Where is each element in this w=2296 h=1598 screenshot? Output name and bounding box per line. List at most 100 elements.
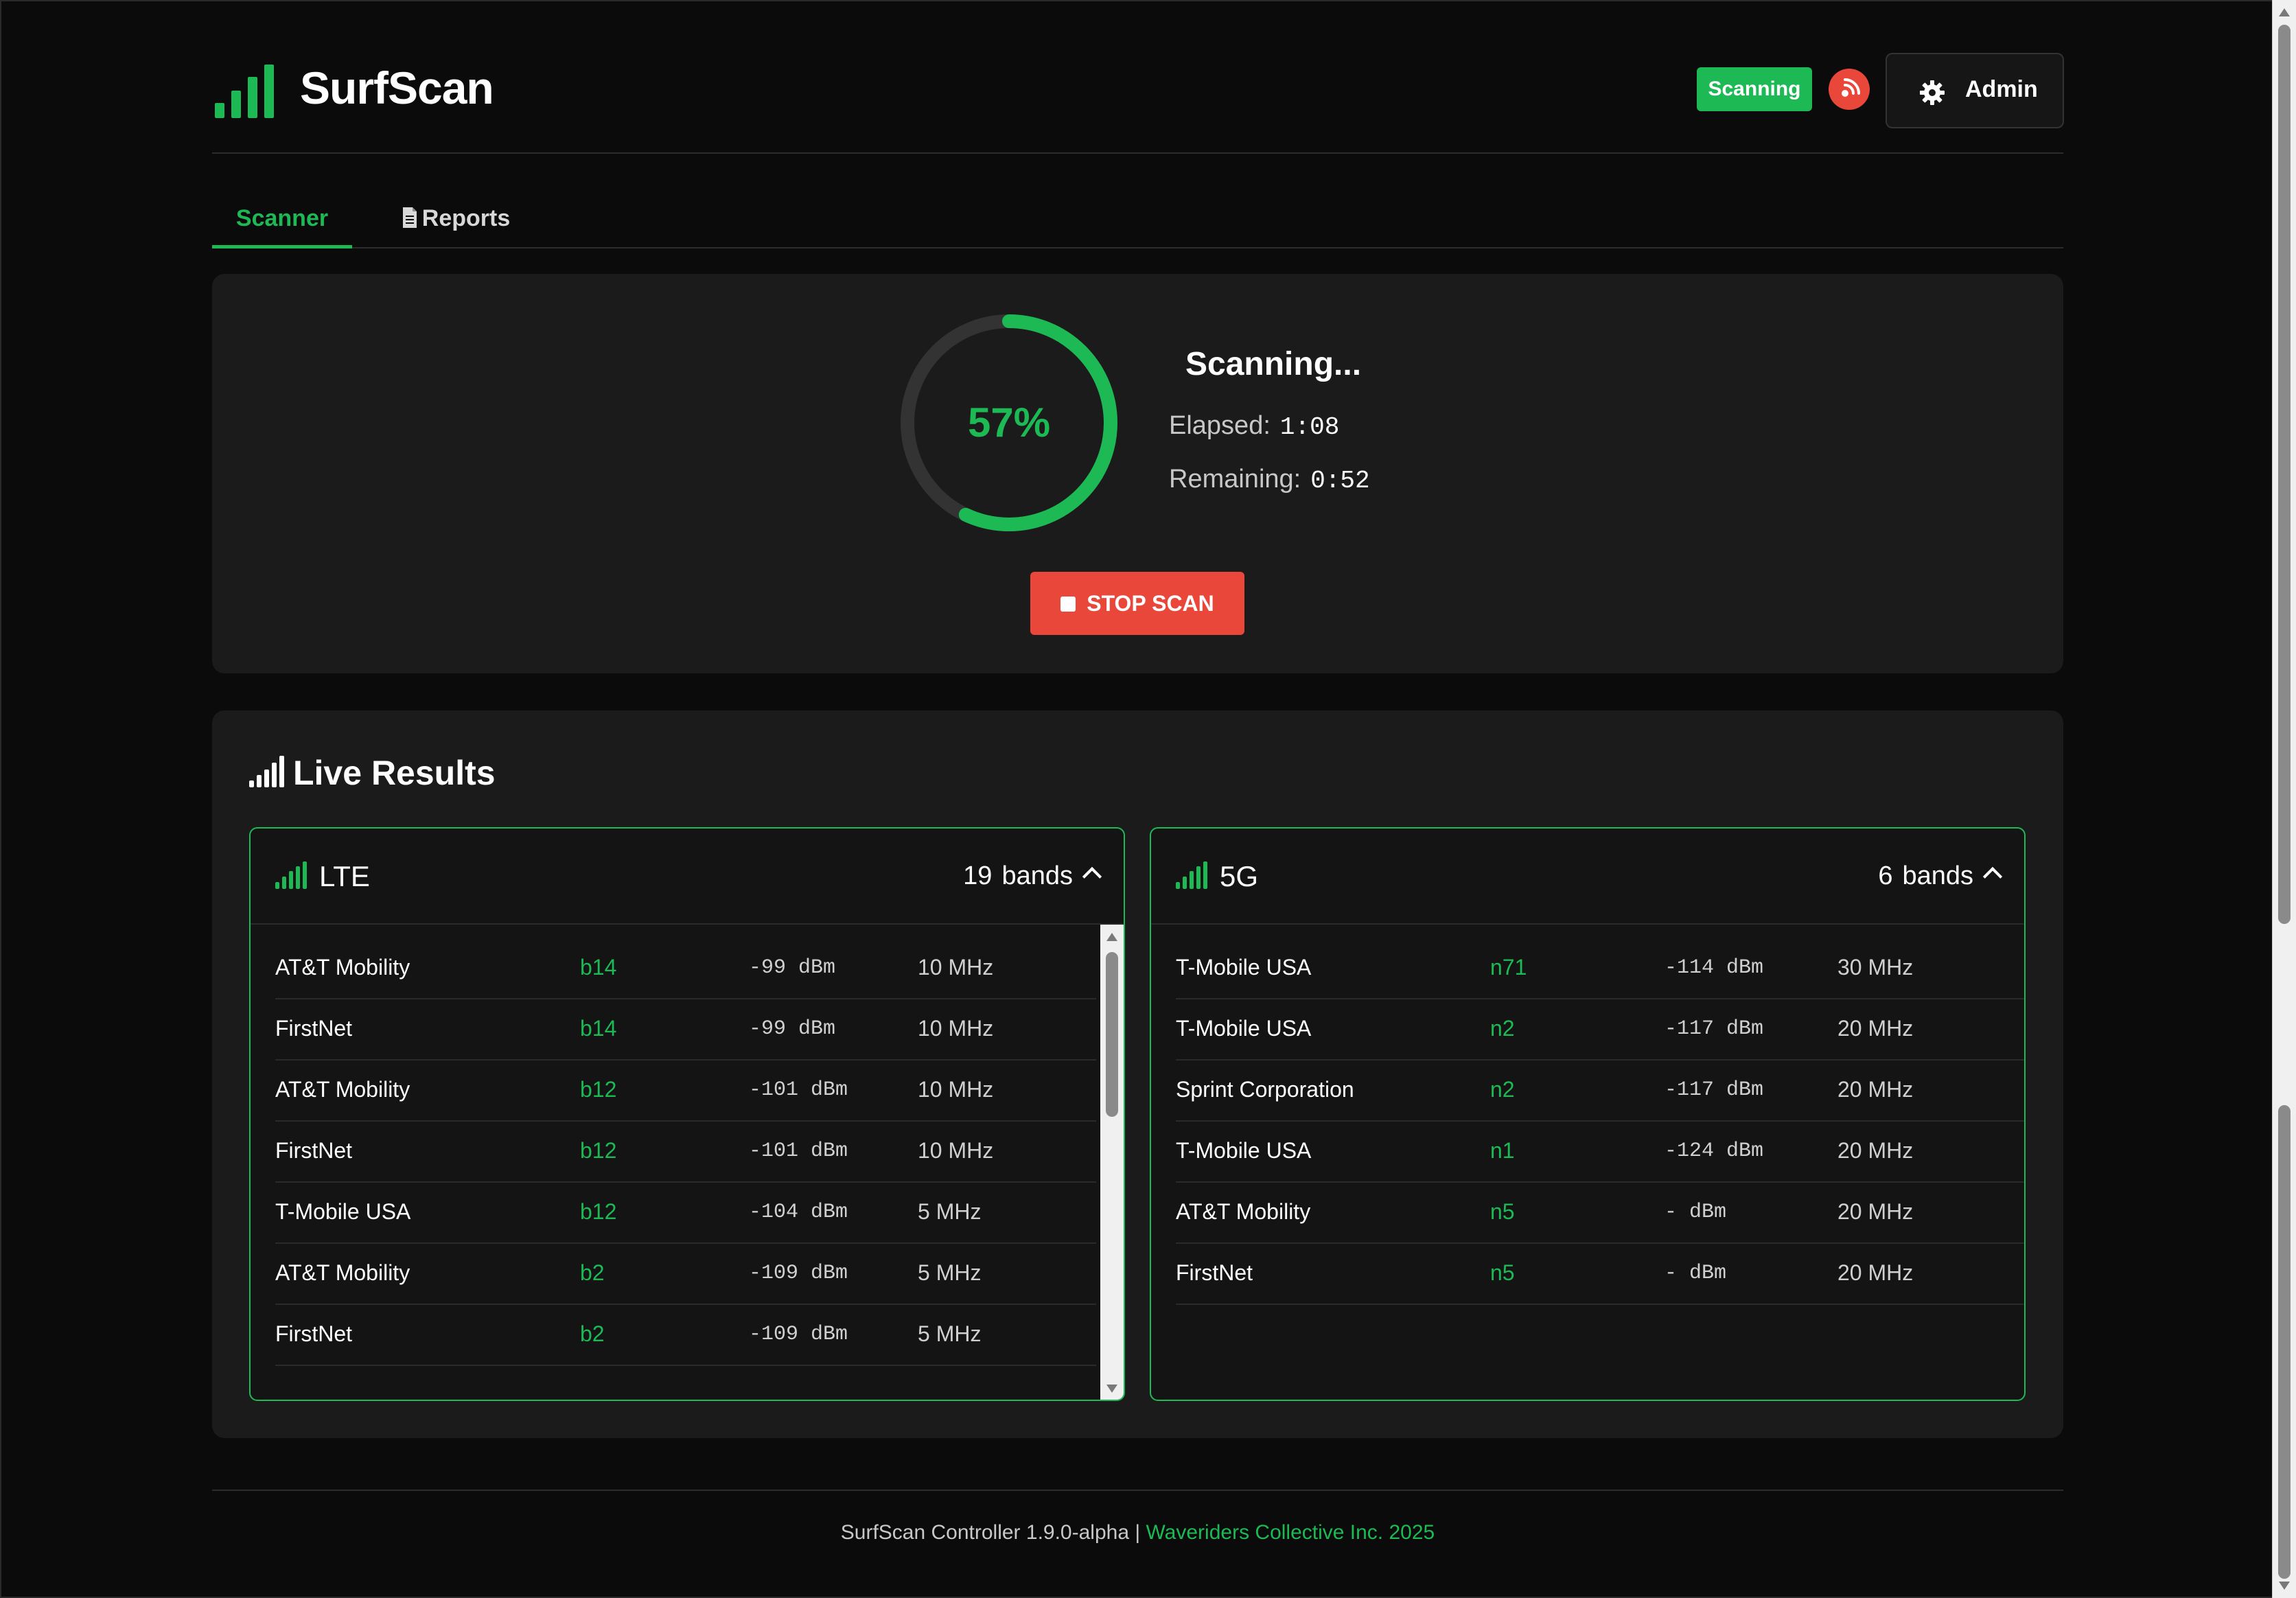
- signal-strength: - dBm: [1665, 1201, 1727, 1224]
- broadcast-icon: [1842, 78, 1860, 97]
- 5g-band-count: 6 bands: [1878, 861, 1973, 891]
- bandwidth: 5 MHz: [918, 1199, 982, 1224]
- scroll-down-icon[interactable]: [2279, 1582, 2290, 1590]
- footer-link[interactable]: Waveriders Collective Inc. 2025: [1146, 1521, 1435, 1544]
- scroll-thumb-secondary[interactable]: [2278, 1105, 2291, 1579]
- signal-strength: -101 dBm: [749, 1139, 848, 1163]
- 5g-band-count-number: 6: [1878, 861, 1893, 890]
- app-header: SurfScan Scanning Admin: [212, 49, 2064, 154]
- carrier: T-Mobile USA: [1176, 1138, 1312, 1163]
- footer-text: SurfScan Controller 1.9.0-alpha |: [840, 1521, 1141, 1544]
- band: n1: [1490, 1138, 1515, 1163]
- carrier: AT&T Mobility: [275, 1260, 410, 1285]
- elapsed-value: 1:08: [1279, 413, 1340, 441]
- 5g-card-title: 5G: [1220, 860, 1259, 892]
- signal-strength: -104 dBm: [749, 1201, 848, 1224]
- stop-scan-label: STOP SCAN: [1087, 591, 1214, 616]
- signal-strength: - dBm: [1665, 1262, 1727, 1285]
- 5g-rows: T-Mobile USA n71 -114 dBm 30 MHz T-Mobile U…: [1176, 938, 2024, 1305]
- table-row: AT&T Mobility b2 -109 dBm 5 MHz: [275, 1244, 1096, 1305]
- 5g-card-header[interactable]: 5G 6 bands: [1151, 829, 2024, 925]
- live-results-panel: Live Results LTE 19 bands AT&T Mobility b1…: [212, 710, 2063, 1438]
- bandwidth: 20 MHz: [1837, 1077, 1914, 1102]
- chevron-up-icon[interactable]: [1982, 866, 2003, 887]
- remaining-row: Remaining: 0:52: [1169, 465, 1370, 495]
- table-row: T-Mobile USA n71 -114 dBm 30 MHz: [1176, 938, 2024, 999]
- scroll-thumb[interactable]: [2278, 25, 2291, 924]
- lte-band-count-unit: bands: [1001, 861, 1073, 890]
- carrier: FirstNet: [1176, 1260, 1253, 1285]
- carrier: T-Mobile USA: [1176, 1016, 1312, 1041]
- lte-scrollbar[interactable]: [1100, 925, 1124, 1400]
- lte-card-header[interactable]: LTE 19 bands: [251, 829, 1124, 925]
- signal-bars-icon: [215, 65, 275, 118]
- table-row: T-Mobile USA b12 -104 dBm 5 MHz: [275, 1183, 1096, 1244]
- live-results-label: Live Results: [293, 754, 496, 792]
- table-row: AT&T Mobility b14 -99 dBm 10 MHz: [275, 938, 1096, 999]
- broadcast-button[interactable]: [1829, 69, 1870, 110]
- remaining-label: Remaining:: [1169, 465, 1301, 494]
- band: b12: [580, 1138, 617, 1163]
- table-row: FirstNet b2 -109 dBm 5 MHz: [275, 1305, 1096, 1366]
- signal-strength: -101 dBm: [749, 1078, 848, 1102]
- admin-button[interactable]: Admin: [1886, 53, 2064, 128]
- signal-bars-icon: [249, 756, 288, 787]
- status-badge: Scanning: [1697, 67, 1812, 111]
- band: b12: [580, 1199, 617, 1224]
- elapsed-row: Elapsed: 1:08: [1169, 411, 1339, 441]
- 5g-band-count-unit: bands: [1902, 861, 1973, 890]
- bandwidth: 10 MHz: [918, 1138, 994, 1163]
- table-row: T-Mobile USA n1 -124 dBm 20 MHz: [1176, 1122, 2024, 1183]
- scroll-up-icon[interactable]: [1106, 933, 1117, 941]
- table-row: FirstNet b12 -101 dBm 10 MHz: [275, 1122, 1096, 1183]
- band: b2: [580, 1260, 605, 1285]
- carrier: FirstNet: [275, 1138, 352, 1163]
- brand-title: SurfScan: [300, 62, 494, 113]
- carrier: FirstNet: [275, 1321, 352, 1346]
- lte-card-title: LTE: [319, 860, 370, 892]
- page-scrollbar[interactable]: [2272, 0, 2296, 1598]
- main-tabs: Scanner Reports: [212, 188, 2063, 248]
- band: n5: [1490, 1199, 1515, 1224]
- 5g-results-card: 5G 6 bands T-Mobile USA n71 -114 dBm 30 MHz …: [1150, 827, 2026, 1401]
- tab-scanner[interactable]: Scanner: [212, 188, 352, 248]
- bandwidth: 10 MHz: [918, 1077, 994, 1102]
- signal-strength: -124 dBm: [1665, 1139, 1764, 1163]
- signal-strength: -99 dBm: [749, 956, 836, 980]
- scroll-up-icon[interactable]: [2279, 8, 2290, 16]
- table-row: AT&T Mobility b12 -101 dBm 10 MHz: [275, 1061, 1096, 1122]
- lte-band-count: 19 bands: [963, 861, 1073, 891]
- app-window: SurfScan Scanning Admin Scanner Reports …: [0, 0, 2272, 1598]
- band: n5: [1490, 1260, 1515, 1285]
- band: b12: [580, 1077, 617, 1102]
- signal-strength: -109 dBm: [749, 1262, 848, 1285]
- bandwidth: 30 MHz: [1837, 955, 1914, 980]
- gear-icon: [1920, 80, 1945, 105]
- band: b2: [580, 1321, 605, 1346]
- band: n71: [1490, 955, 1527, 980]
- table-row: FirstNet b14 -99 dBm 10 MHz: [275, 999, 1096, 1061]
- progress-percent: 57%: [967, 400, 1051, 445]
- table-row: T-Mobile USA n2 -117 dBm 20 MHz: [1176, 999, 2024, 1061]
- signal-strength: -117 dBm: [1665, 1078, 1764, 1102]
- carrier: Sprint Corporation: [1176, 1077, 1354, 1102]
- bandwidth: 20 MHz: [1837, 1260, 1914, 1285]
- scroll-down-icon[interactable]: [1106, 1385, 1117, 1393]
- lte-results-card: LTE 19 bands AT&T Mobility b14 -99 dBm 10 MH…: [249, 827, 1125, 1401]
- table-row: FirstNet n5 - dBm 20 MHz: [1176, 1244, 2024, 1305]
- bandwidth: 10 MHz: [918, 1016, 994, 1041]
- scroll-thumb[interactable]: [1106, 952, 1118, 1117]
- elapsed-label: Elapsed:: [1169, 411, 1271, 440]
- bandwidth: 5 MHz: [918, 1321, 982, 1346]
- bandwidth: 20 MHz: [1837, 1199, 1914, 1224]
- scan-status-title: Scanning...: [1185, 346, 1362, 382]
- chevron-up-icon[interactable]: [1082, 866, 1102, 887]
- tab-reports[interactable]: Reports: [377, 188, 535, 248]
- stop-square-icon: [1060, 597, 1076, 612]
- lte-band-count-number: 19: [963, 861, 993, 890]
- signal-strength: -109 dBm: [749, 1323, 848, 1346]
- signal-strength: -117 dBm: [1665, 1017, 1764, 1041]
- remaining-value: 0:52: [1310, 467, 1370, 495]
- stop-scan-button[interactable]: STOP SCAN: [1030, 572, 1244, 635]
- carrier: AT&T Mobility: [1176, 1199, 1311, 1224]
